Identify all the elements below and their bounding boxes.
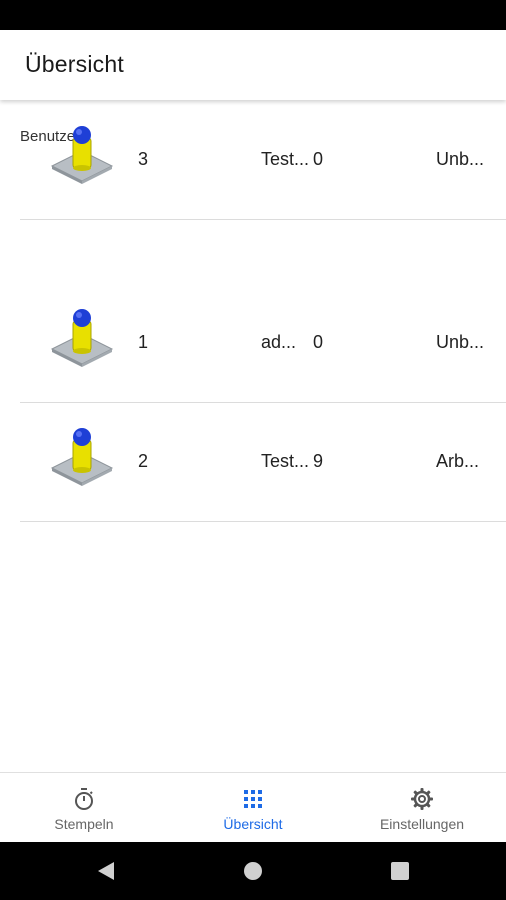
nav-label: Übersicht bbox=[223, 816, 283, 832]
user-pin-icon bbox=[50, 428, 114, 486]
nav-item-uebersicht[interactable]: Übersicht bbox=[169, 773, 337, 843]
bottom-navigation: Stempeln Übersicht Einstellungen bbox=[0, 772, 506, 842]
nav-item-einstellungen[interactable]: Einstellungen bbox=[338, 773, 506, 843]
recents-icon[interactable] bbox=[390, 861, 410, 881]
user-id: 1 bbox=[138, 332, 149, 352]
nav-label: Einstellungen bbox=[379, 816, 465, 832]
gear-icon bbox=[411, 788, 433, 810]
user-count: 0 bbox=[313, 149, 324, 169]
user-name: ad... bbox=[261, 332, 297, 352]
user-status: Unb... bbox=[436, 149, 485, 169]
back-icon[interactable] bbox=[96, 861, 116, 881]
user-name: Test... bbox=[261, 149, 310, 169]
user-name: Test... bbox=[261, 451, 310, 471]
user-id: 2 bbox=[138, 451, 149, 471]
page-title: Übersicht bbox=[25, 51, 124, 77]
user-count: 0 bbox=[313, 332, 324, 352]
user-status: Arb... bbox=[436, 451, 480, 471]
nav-label: Stempeln bbox=[54, 816, 114, 832]
user-count: 9 bbox=[313, 451, 324, 471]
home-icon[interactable] bbox=[243, 861, 263, 881]
user-id: 3 bbox=[138, 149, 149, 169]
system-navigation-bar bbox=[0, 842, 506, 900]
nav-item-stempeln[interactable]: Stempeln bbox=[0, 773, 168, 843]
user-list-page: Benutzer 1 ad... 0 Unb... 2 Test... 9 Ar… bbox=[0, 100, 506, 772]
user-row-1[interactable]: 1 ad... 0 Unb... bbox=[20, 283, 506, 403]
user-pin-icon bbox=[50, 309, 114, 367]
grid-icon bbox=[244, 790, 262, 808]
user-status: Unb... bbox=[436, 332, 485, 352]
user-row-3[interactable]: 3 Test... 0 Unb... bbox=[20, 100, 506, 220]
status-bar bbox=[0, 0, 506, 30]
user-pin-icon bbox=[50, 126, 114, 184]
stopwatch-icon bbox=[75, 788, 93, 810]
app-bar: Übersicht bbox=[0, 30, 506, 100]
user-row-2[interactable]: 2 Test... 9 Arb... bbox=[20, 402, 506, 522]
